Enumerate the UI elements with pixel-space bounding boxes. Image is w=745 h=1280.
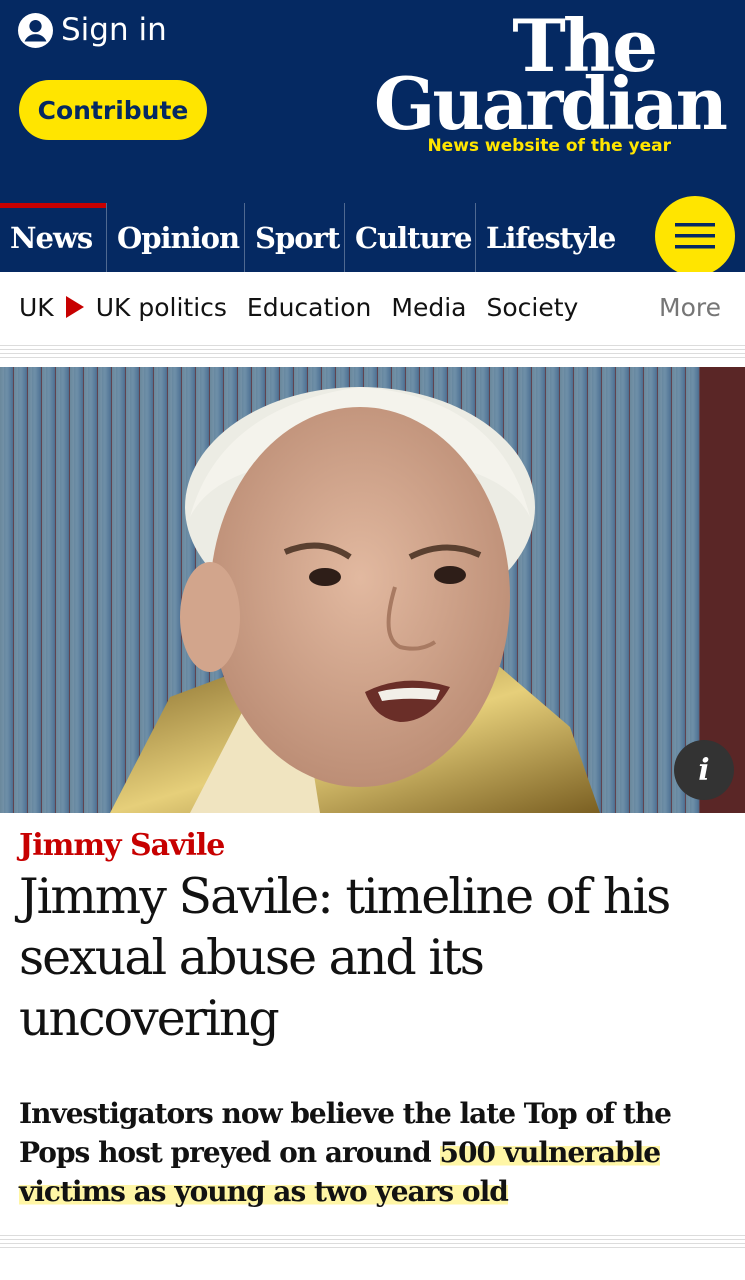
- logo-line-guardian: Guardian: [373, 61, 728, 146]
- subnav-education[interactable]: Education: [247, 293, 371, 322]
- pillar-news[interactable]: News: [0, 203, 107, 272]
- image-info-button[interactable]: i: [674, 740, 734, 800]
- subnav-more[interactable]: More: [659, 293, 721, 322]
- masthead: Sign in Contribute The Guardian News web…: [0, 0, 745, 276]
- guardian-logo[interactable]: The Guardian News website of the year: [345, 8, 728, 168]
- article-standfirst: Investigators now believe the late Top o…: [19, 1094, 734, 1211]
- menu-button[interactable]: [655, 196, 735, 276]
- hero-image[interactable]: [0, 367, 745, 813]
- pillar-nav: News Opinion Sport Culture Lifestyle: [0, 203, 626, 272]
- divider: [0, 1232, 745, 1250]
- pillar-lifestyle[interactable]: Lifestyle: [476, 203, 626, 272]
- breadcrumb-arrow-icon: [65, 296, 84, 318]
- logo-tagline: News website of the year: [427, 136, 671, 156]
- sub-navigation: UK UK politics Education Media Society M…: [0, 272, 745, 342]
- article-kicker[interactable]: Jimmy Savile: [19, 828, 225, 863]
- pillar-culture[interactable]: Culture: [345, 203, 476, 272]
- sign-in-label: Sign in: [61, 12, 167, 48]
- pillar-sport[interactable]: Sport: [245, 203, 345, 272]
- contribute-button[interactable]: Contribute: [19, 80, 207, 140]
- hamburger-icon: [675, 223, 715, 249]
- pillar-opinion[interactable]: Opinion: [107, 203, 245, 272]
- subnav-media[interactable]: Media: [391, 293, 466, 322]
- portrait-image: [0, 367, 745, 813]
- article-headline: Jimmy Savile: timeline of his sexual abu…: [19, 868, 671, 1047]
- divider: [0, 342, 745, 360]
- subnav-society[interactable]: Society: [486, 293, 578, 322]
- sign-in-link[interactable]: Sign in: [18, 12, 167, 48]
- user-icon: [18, 12, 53, 48]
- subnav-uk-politics[interactable]: UK politics: [96, 293, 227, 322]
- subnav-uk[interactable]: UK: [19, 293, 54, 322]
